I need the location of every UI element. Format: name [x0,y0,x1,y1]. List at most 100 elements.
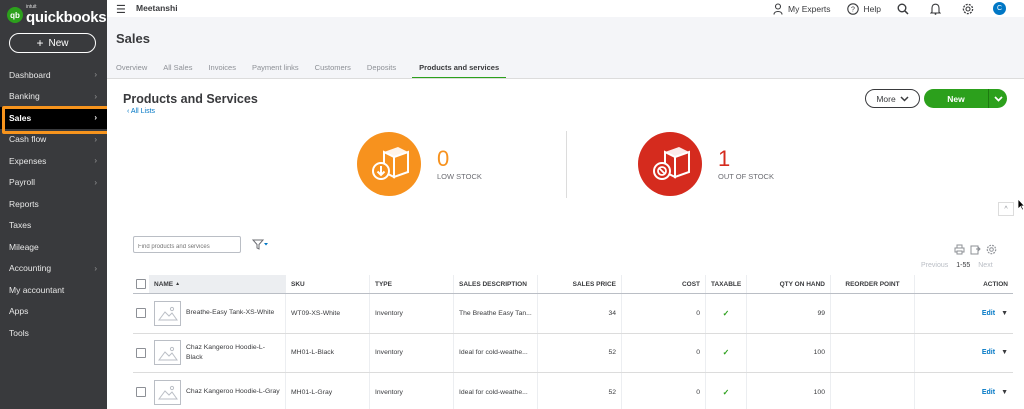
sidebar-item-label: Accounting [9,263,52,274]
low-stock-label: LOW STOCK [437,172,482,181]
row-checkbox[interactable] [136,308,146,319]
tab-invoices[interactable]: Invoices [208,60,236,77]
my-experts-button[interactable]: My Experts [773,2,831,15]
chevron-right-icon: › [94,177,97,187]
tab-all-sales[interactable]: All Sales [163,60,192,77]
product-name: Chaz Kangeroo Hoodie-L-Black [186,343,265,361]
export-button[interactable] [970,242,981,260]
help-label: Help [863,3,881,14]
sidebar-item-mileage[interactable]: Mileage [0,236,107,258]
qty-on-hand-cell: 99 [747,294,831,333]
svg-text:?: ? [851,6,855,13]
caret-down-icon[interactable]: ▼ [1001,310,1008,317]
notifications-button[interactable] [930,3,946,15]
settings-button[interactable] [962,3,979,15]
chevron-down-icon [900,95,909,102]
sidebar-item-apps[interactable]: Apps [0,301,107,323]
caret-down-icon[interactable]: ▼ [1001,349,1008,356]
column-header-label: REORDER POINT [845,280,900,288]
sidebar-item-label: Apps [9,306,29,317]
sidebar-item-tools[interactable]: Tools [0,322,107,344]
sidebar-item-label: My accountant [9,284,65,295]
column-header-label: SALES PRICE [572,280,616,288]
chevron-right-icon: › [94,113,97,123]
column-header-label: COST [681,280,700,288]
sidebar-item-accounting[interactable]: Accounting › [0,258,107,280]
column-header-sales-description[interactable]: SALES DESCRIPTION [454,275,538,293]
quickbooks-logo[interactable]: qb intuit quickbooks [7,4,107,26]
edit-link[interactable]: Edit [982,310,995,317]
row-checkbox[interactable] [136,347,146,358]
hamburger-menu-icon[interactable]: ☰ [116,3,126,16]
next-page-button[interactable]: Next [978,262,992,269]
column-header-reorder-point[interactable]: REORDER POINT [831,275,915,293]
chevron-right-icon: › [94,156,97,166]
edit-link[interactable]: Edit [982,349,995,356]
taxable-cell: ✓ [706,373,747,409]
select-all-checkbox[interactable] [136,279,146,289]
sidebar-item-taxes[interactable]: Taxes [0,215,107,237]
taxable-cell: ✓ [706,294,747,333]
row-checkbox[interactable] [136,387,146,398]
product-name-cell: Chaz Kangeroo Hoodie-L-Black [149,333,286,372]
sidebar-item-reports[interactable]: Reports [0,193,107,215]
table-row[interactable]: Chaz Kangeroo Hoodie-L-Gray MH01-L-Gray … [133,373,1013,409]
logo-quickbooks-text: quickbooks [26,9,107,26]
qty-on-hand-cell: 100 [747,333,831,372]
chevron-right-icon: › [94,134,97,144]
sidebar-item-my-accountant[interactable]: My accountant [0,279,107,301]
filter-button[interactable] [251,237,269,255]
low-stock-button[interactable] [357,132,421,196]
new-product-button[interactable]: New [924,89,1007,108]
column-header-cost[interactable]: COST [622,275,706,293]
sidebar-item-payroll[interactable]: Payroll › [0,172,107,194]
user-avatar[interactable]: C [993,2,1006,15]
qty-on-hand-cell: 100 [747,373,831,409]
type-cell: Inventory [370,373,454,409]
more-button[interactable]: More [865,89,920,108]
print-button[interactable] [954,242,965,260]
new-dropdown-toggle[interactable] [989,95,1007,102]
sidebar-item-dashboard[interactable]: Dashboard › [0,64,107,86]
caret-down-icon[interactable]: ▼ [1001,389,1008,396]
table-row[interactable]: Chaz Kangeroo Hoodie-L-Black MH01-L-Blac… [133,333,1013,373]
print-icon [954,244,965,255]
column-header-sku[interactable]: SKU [286,275,370,293]
tab-products-and-services[interactable]: Products and services [412,60,507,79]
tab-deposits[interactable]: Deposits [367,60,396,77]
sidebar-item-banking[interactable]: Banking › [0,86,107,108]
sidebar-item-label: Tools [9,327,29,338]
action-cell: Edit ▼ [915,373,1013,409]
tab-payment-links[interactable]: Payment links [252,60,299,77]
sales-price-cell: 52 [538,333,622,372]
table-settings-button[interactable] [986,242,997,260]
collapse-button[interactable]: ^ [998,202,1014,216]
column-header-qty-on-hand[interactable]: QTY ON HAND [747,275,831,293]
sidebar-new-button[interactable]: + New [9,33,96,53]
type-cell: Inventory [370,294,454,333]
tab-overview[interactable]: Overview [116,60,147,77]
search-button[interactable] [897,3,914,15]
sidebar-item-sales[interactable]: Sales › [0,106,111,134]
column-header-taxable[interactable]: TAXABLE [706,275,747,293]
previous-page-button[interactable]: Previous [921,262,948,269]
product-name: Chaz Kangeroo Hoodie-L-Gray [186,388,280,396]
sidebar-item-expenses[interactable]: Expenses › [0,150,107,172]
gear-icon [986,244,997,255]
column-header-label: NAME [154,280,174,288]
help-icon: ? [846,2,859,15]
page-range: 1-55 [956,262,971,269]
all-lists-link[interactable]: ‹ All Lists [127,108,155,115]
column-header-sales-price[interactable]: SALES PRICE [538,275,622,293]
top-bar: ☰ Meetanshi My Experts ? Help C [107,0,1024,17]
sidebar-item-cash-flow[interactable]: Cash flow › [0,129,107,151]
column-header-name[interactable]: NAME ▲ [149,275,286,293]
edit-link[interactable]: Edit [982,389,995,396]
out-of-stock-button[interactable] [638,132,702,196]
chevron-down-icon [993,95,1003,102]
help-button[interactable]: ? Help [846,2,881,15]
tab-customers[interactable]: Customers [315,60,351,77]
column-header-type[interactable]: TYPE [370,275,454,293]
search-products-input[interactable] [133,236,241,253]
table-row[interactable]: Breathe-Easy Tank-XS-White WT09-XS-White… [133,294,1013,334]
